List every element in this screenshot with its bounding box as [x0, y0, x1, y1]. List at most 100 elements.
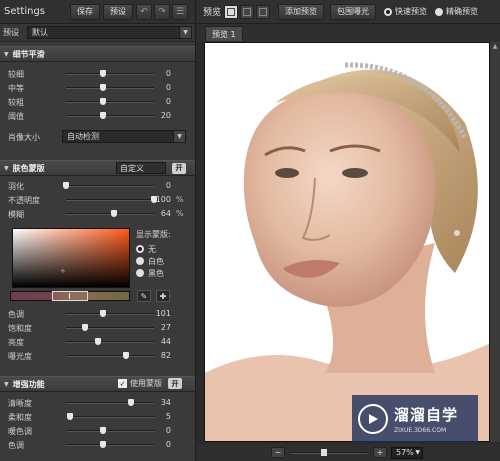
enhancements-toggle[interactable]: 开 [168, 378, 182, 389]
quick-preview-radio[interactable]: 快速预览 [384, 6, 427, 17]
hue-range-window[interactable] [52, 291, 88, 301]
slider-knob[interactable] [128, 399, 135, 406]
slider-knob[interactable] [111, 210, 118, 217]
portrait-size-select[interactable]: 自动检测 ▼ [62, 130, 186, 143]
tab-preview-1[interactable]: 预览 1 [205, 26, 243, 41]
use-mask-checkbox[interactable]: ✓ [118, 379, 127, 388]
zoom-slider-knob[interactable] [321, 448, 327, 456]
add-preview-button[interactable]: 添加预览 [278, 3, 325, 20]
slider-track[interactable] [66, 324, 154, 331]
show-mask-none-radio[interactable]: 无 [136, 243, 171, 255]
slider-track[interactable] [63, 182, 154, 189]
vertical-scrollbar[interactable]: ▲ [490, 42, 500, 442]
radio-label: 白色 [148, 256, 164, 266]
scroll-up-icon[interactable]: ▲ [490, 42, 500, 52]
slider-value: 0 [165, 83, 171, 92]
eyedropper-plus-icon[interactable]: ✚ [156, 290, 170, 302]
preset-select[interactable]: 默认 ▼ [27, 26, 192, 39]
menu-icon[interactable]: ☰ [172, 3, 188, 20]
slider-label: 色调 [8, 441, 24, 450]
zoom-select[interactable]: 57% ▼ [391, 446, 423, 459]
slider-row: 亮度 44 [0, 335, 195, 349]
zoom-in-button[interactable]: + [373, 447, 387, 458]
slider-track[interactable] [66, 338, 154, 345]
slider-value: 44 [160, 337, 171, 346]
slider-knob[interactable] [94, 338, 101, 345]
bracket-exposure-button[interactable]: 包围曝光 [330, 3, 377, 20]
slider-row: 饱和度 27 [0, 321, 195, 335]
slider-track[interactable] [66, 310, 154, 317]
save-button[interactable]: 保存 [70, 3, 100, 20]
split-view-icon[interactable] [240, 4, 255, 19]
slider-track[interactable] [66, 98, 154, 105]
undo-icon[interactable]: ↶ [136, 3, 152, 20]
radio-icon [435, 7, 444, 16]
chevron-down-icon: ▼ [179, 27, 191, 38]
preview-canvas[interactable] [204, 42, 490, 442]
watermark-url: ZIXUE.3D66.COM [394, 427, 447, 434]
color-picker-field[interactable]: + [12, 228, 130, 288]
slider-row: 色调 101 [0, 307, 195, 321]
slider-value: 34 [160, 398, 171, 407]
slider-label: 羽化 [8, 182, 24, 191]
slider-row: 曝光度 82 [0, 349, 195, 363]
preset-row-label: 预设 [3, 28, 19, 37]
slider-value: 0 [165, 97, 171, 106]
slider-knob[interactable] [99, 427, 106, 434]
redo-icon[interactable]: ↷ [154, 3, 170, 20]
slider-track[interactable] [66, 399, 154, 406]
slider-value: 0 [165, 69, 171, 78]
slider-knob[interactable] [99, 98, 106, 105]
slider-track[interactable] [66, 112, 154, 119]
zoom-slider[interactable] [291, 448, 367, 456]
slider-track[interactable] [66, 210, 154, 217]
watermark: 溜溜自学 ZIXUE.3D66.COM [352, 395, 478, 443]
show-mask-label: 显示蒙版: [136, 230, 171, 239]
hue-range-bar[interactable] [10, 291, 130, 301]
slider-track[interactable] [66, 70, 154, 77]
single-view-icon[interactable] [224, 4, 239, 19]
slider-track[interactable] [66, 441, 154, 448]
portrait-size-label: 肖像大小 [8, 133, 40, 142]
slider-label: 曝光度 [8, 352, 32, 361]
preview-tabbar: 预览 1 [197, 24, 500, 42]
slider-knob[interactable] [122, 352, 129, 359]
radio-selected-icon [136, 245, 144, 253]
settings-title: Settings [4, 6, 46, 17]
side-by-side-icon[interactable] [256, 4, 271, 19]
precise-preview-radio[interactable]: 精确预览 [435, 6, 478, 17]
slider-row: 羽化 0 [0, 179, 195, 193]
zoom-out-button[interactable]: − [271, 447, 285, 458]
settings-toolbar: Settings 保存 预设 ↶ ↷ ☰ [0, 0, 195, 24]
slider-knob[interactable] [82, 324, 89, 331]
slider-track[interactable] [66, 352, 154, 359]
slider-knob[interactable] [99, 310, 106, 317]
slider-knob[interactable] [99, 441, 106, 448]
show-mask-white-radio[interactable]: 白色 [136, 255, 171, 267]
skin-mask-toggle[interactable]: 开 [172, 162, 186, 174]
slider-value: 82 [160, 351, 171, 360]
slider-unit: % [176, 195, 184, 204]
radio-label: 精确预览 [446, 7, 479, 16]
slider-track[interactable] [66, 84, 154, 91]
slider-knob[interactable] [99, 112, 106, 119]
show-mask-black-radio[interactable]: 黑色 [136, 267, 171, 279]
slider-label: 柔和度 [8, 413, 32, 422]
zoom-value: 57% [396, 448, 414, 457]
slider-knob[interactable] [63, 182, 69, 189]
skin-mask-mode-select[interactable]: 自定义 [116, 162, 166, 174]
eyedropper-icon[interactable]: ✎ [137, 290, 151, 302]
slider-track[interactable] [66, 427, 154, 434]
slider-track[interactable] [66, 196, 157, 203]
slider-knob[interactable] [99, 70, 106, 77]
slider-knob[interactable] [67, 413, 74, 420]
slider-row: 较粗 0 [0, 95, 195, 109]
slider-knob[interactable] [99, 84, 106, 91]
portrait-size-value: 自动检测 [67, 132, 99, 141]
slider-row: 模糊 64% [0, 207, 195, 221]
detail-smoothing-header[interactable]: ▼ 细节平滑 [0, 46, 195, 62]
use-mask-label: 使用蒙版 [130, 379, 162, 388]
slider-label: 模糊 [8, 210, 24, 219]
preset-button[interactable]: 预设 [103, 3, 133, 20]
slider-track[interactable] [66, 413, 154, 420]
